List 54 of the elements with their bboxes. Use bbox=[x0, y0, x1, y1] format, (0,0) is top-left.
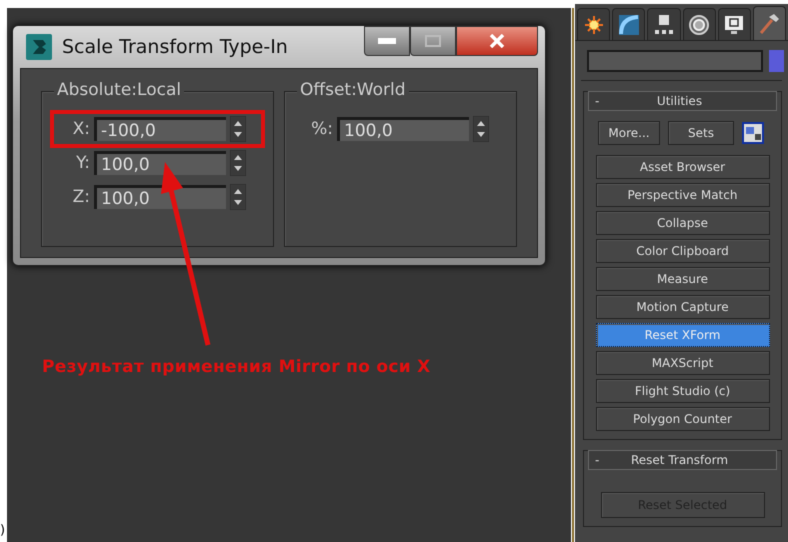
utility-button[interactable]: Perspective Match bbox=[596, 183, 770, 207]
collapse-sign: - bbox=[595, 94, 600, 108]
name-field[interactable] bbox=[587, 50, 763, 72]
utility-button[interactable]: Measure bbox=[596, 267, 770, 291]
field-label: %: bbox=[310, 119, 333, 139]
field-label: Y: bbox=[75, 153, 90, 173]
utility-button[interactable]: Flight Studio (c) bbox=[596, 379, 770, 403]
stray-character: ) bbox=[0, 523, 6, 538]
utility-button[interactable]: Motion Capture bbox=[596, 295, 770, 319]
close-button[interactable] bbox=[456, 26, 538, 56]
rollout-title: Reset Transform bbox=[630, 453, 730, 467]
maximize-icon bbox=[425, 35, 441, 47]
panel-button[interactable]: Sets bbox=[668, 121, 734, 145]
panel-tab[interactable] bbox=[577, 8, 610, 40]
minimize-icon bbox=[378, 38, 396, 44]
collapse-sign: - bbox=[595, 453, 600, 467]
app-icon bbox=[26, 34, 52, 60]
panel-tab[interactable] bbox=[647, 8, 681, 40]
minimize-button[interactable] bbox=[364, 26, 410, 56]
panel-tab[interactable] bbox=[682, 8, 716, 40]
spinner-arrows-icon[interactable] bbox=[473, 116, 489, 142]
spinner-field[interactable]: 100,0 bbox=[337, 117, 469, 141]
field-label: Z: bbox=[72, 187, 90, 207]
utility-button[interactable]: Asset Browser bbox=[596, 155, 770, 179]
utility-button[interactable]: MAXScript bbox=[596, 351, 770, 375]
hammer-icon bbox=[758, 12, 780, 34]
spinner-field[interactable]: -100,0 bbox=[94, 117, 226, 141]
utility-button[interactable]: Collapse bbox=[596, 211, 770, 235]
window-title: Scale Transform Type-In bbox=[62, 36, 288, 58]
utility-button[interactable]: Polygon Counter bbox=[596, 407, 770, 431]
rollout-header[interactable]: - Utilities bbox=[588, 91, 777, 111]
panel-tab[interactable] bbox=[718, 8, 751, 40]
spinner-arrows-icon[interactable] bbox=[230, 116, 246, 142]
spinner-field[interactable]: 100,0 bbox=[94, 151, 226, 175]
close-icon bbox=[489, 34, 505, 48]
panel-tab[interactable] bbox=[752, 6, 786, 40]
sun-icon bbox=[584, 14, 604, 34]
rollout-header[interactable]: - Reset Transform bbox=[588, 450, 777, 470]
maximize-button[interactable] bbox=[410, 26, 456, 56]
panel-tab[interactable] bbox=[612, 8, 646, 40]
hierarchy-icon bbox=[652, 14, 675, 36]
annotation-text: Результат применения Mirror по оси X bbox=[42, 357, 431, 377]
utility-button[interactable]: Color Clipboard bbox=[596, 239, 770, 263]
color-swatch[interactable] bbox=[769, 50, 784, 72]
sets-config-icon[interactable] bbox=[742, 122, 764, 144]
monitor-icon bbox=[723, 14, 746, 36]
wheel-icon bbox=[688, 14, 710, 36]
panel-button[interactable]: More... bbox=[598, 121, 660, 145]
spinner-field[interactable]: 100,0 bbox=[94, 185, 226, 209]
curve-icon bbox=[618, 14, 640, 36]
spinner-arrows-icon[interactable] bbox=[230, 150, 246, 176]
spinner-arrows-icon[interactable] bbox=[230, 184, 246, 210]
field-label: X: bbox=[72, 119, 90, 139]
rollout-title: Utilities bbox=[656, 94, 704, 108]
